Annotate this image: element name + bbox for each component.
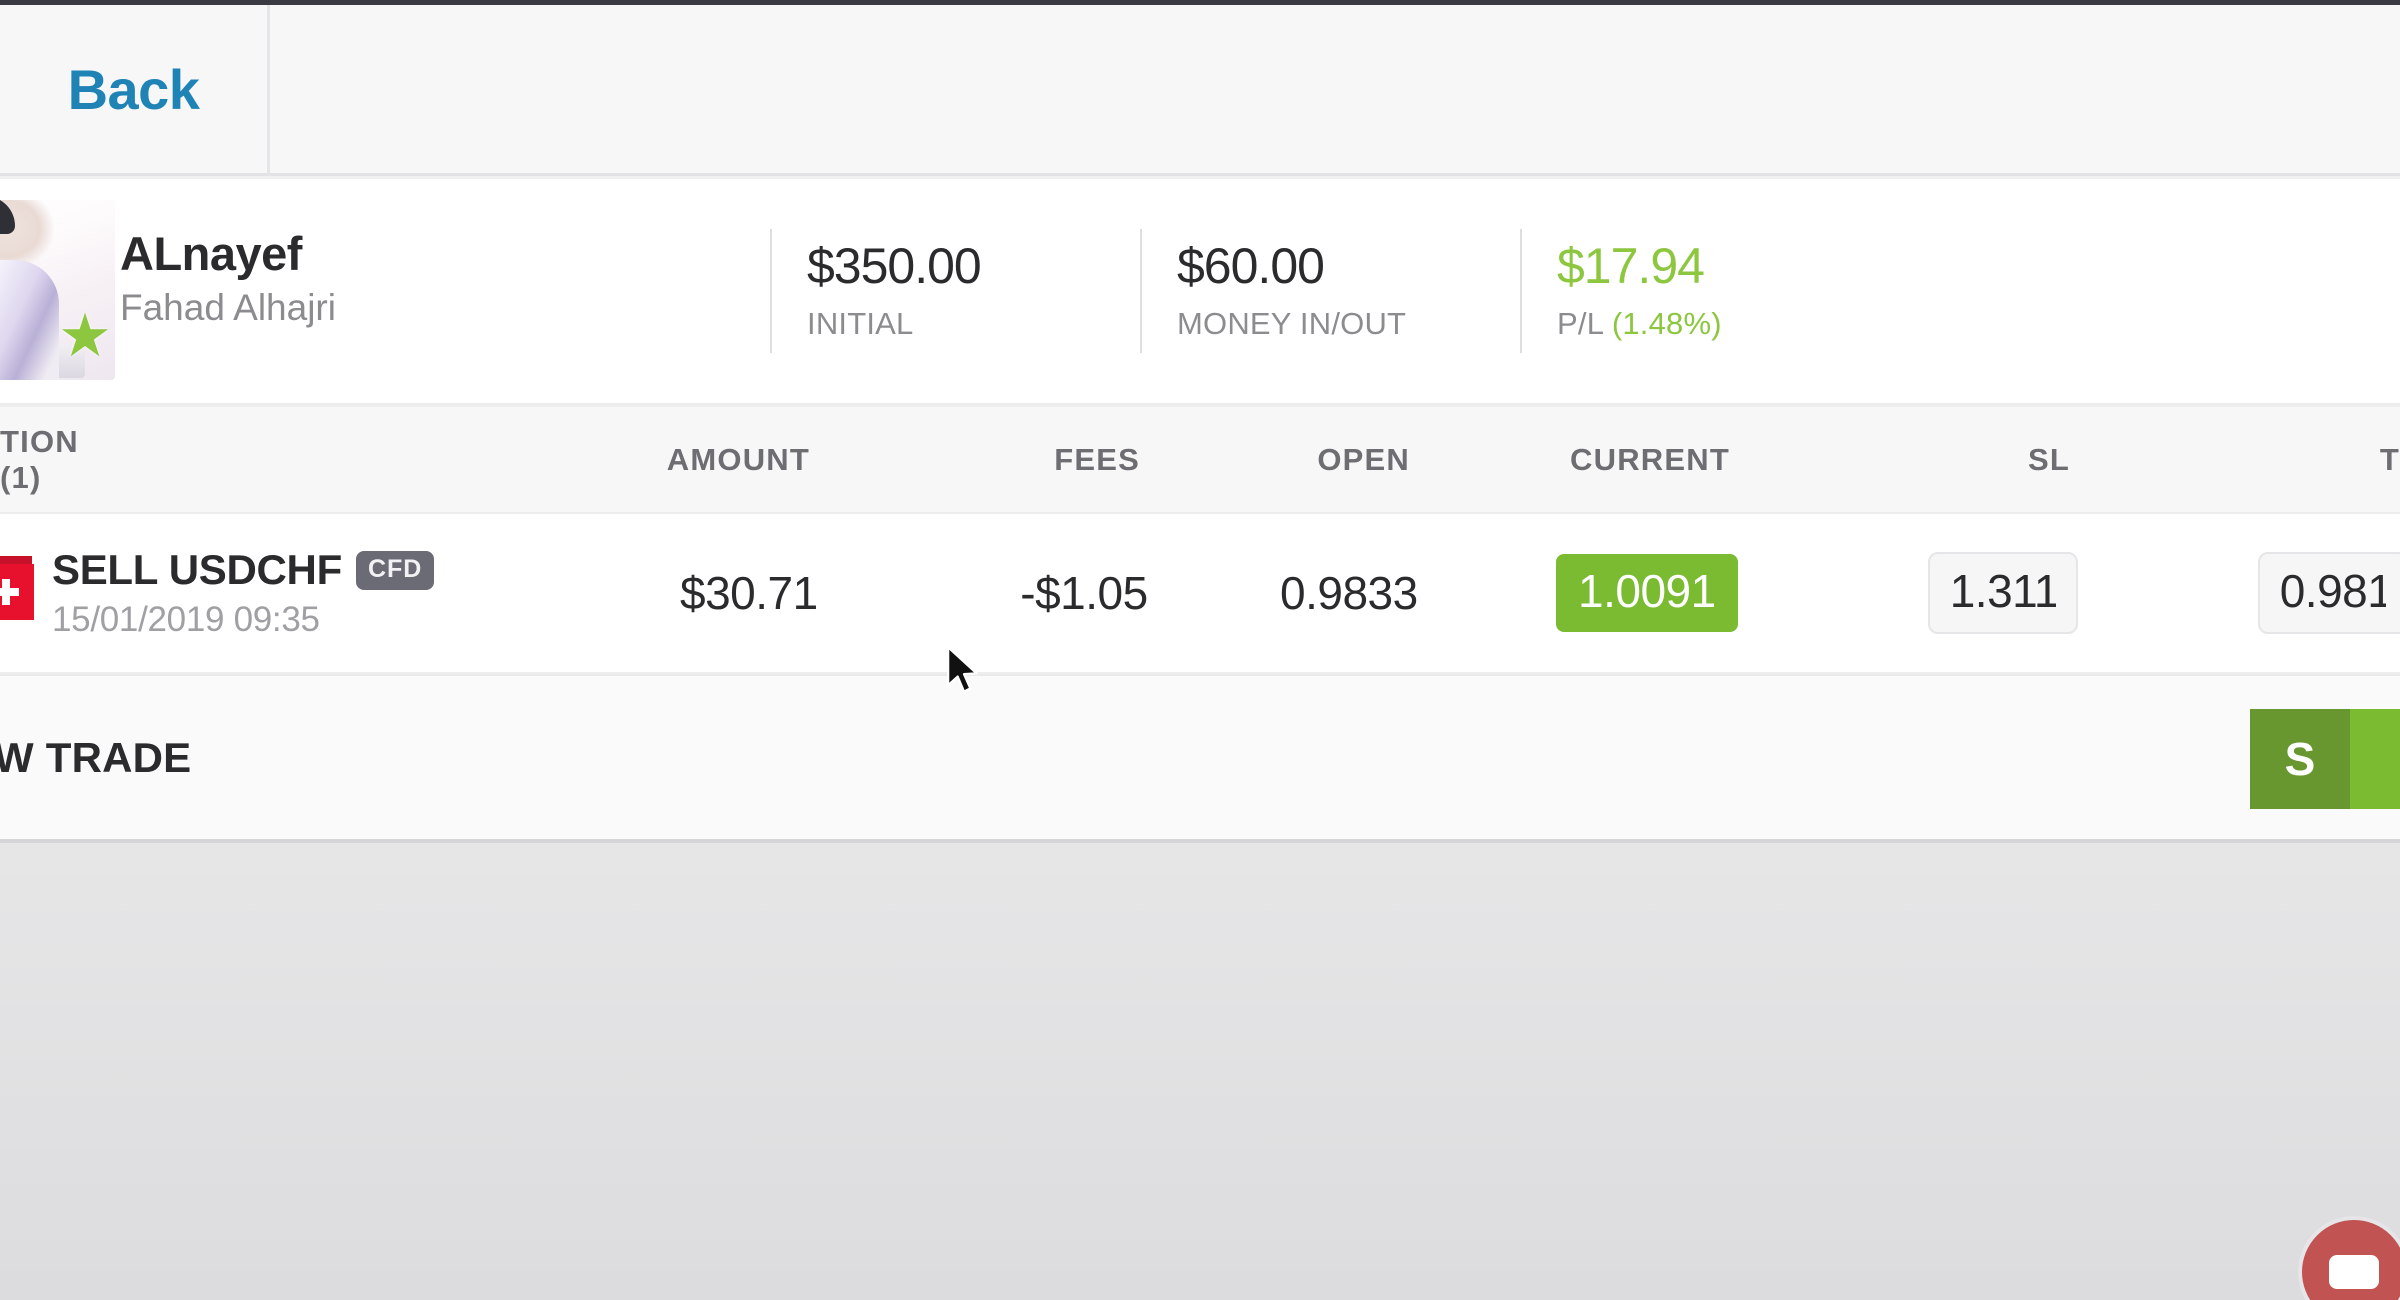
youtube-glyph — [2329, 1255, 2379, 1289]
stat-pl-label-text: P/L — [1557, 306, 1603, 342]
back-button[interactable]: Back — [0, 5, 270, 173]
current-price-badge: 1.0091 — [1556, 554, 1738, 632]
stat-initial-value: $350.00 — [807, 237, 982, 294]
top-bar: Back — [0, 0, 2400, 176]
stop-loss-input[interactable] — [1927, 552, 2078, 634]
stop-loss-cell[interactable] — [1738, 552, 2078, 634]
account-identity-text: ALnayef Fahad Alhajri — [120, 228, 336, 328]
position-datetime: 15/01/2019 09:35 — [52, 600, 320, 639]
column-header-position[interactable]: TION (1) — [0, 424, 130, 496]
stat-profit-loss: $17.94 P/L (1.48%) — [1520, 229, 1920, 353]
swiss-flag-icon — [0, 564, 34, 620]
column-header-open[interactable]: OPEN — [1140, 442, 1410, 478]
account-identity[interactable]: ★ ALnayef Fahad Alhajri — [0, 178, 770, 404]
column-header-current[interactable]: CURRENT — [1410, 442, 1730, 478]
new-trade-bar: W TRADE S — [0, 676, 2400, 843]
swiss-cross-glyph — [0, 579, 19, 605]
youtube-icon[interactable] — [2298, 1216, 2400, 1300]
stat-initial: $350.00 INITIAL — [770, 229, 1140, 353]
instrument-type-badge: CFD — [355, 550, 435, 590]
column-header-sl[interactable]: SL — [1730, 442, 2070, 478]
stat-pl-label: P/L (1.48%) — [1557, 306, 1920, 342]
take-profit-input[interactable] — [2257, 552, 2400, 634]
column-header-fees[interactable]: FEES — [810, 442, 1140, 478]
position-direction-symbol: SELL USDCHF — [52, 546, 342, 593]
position-fees: -$1.05 — [1020, 567, 1148, 619]
position-open-price: 0.9833 — [1280, 567, 1418, 619]
positions-table-header: TION (1) AMOUNT FEES OPEN CURRENT SL T — [0, 407, 2400, 514]
account-username: ALnayef — [120, 227, 302, 280]
account-real-name: Fahad Alhajri — [120, 286, 336, 328]
page-root: Back ★ ALnayef Fahad Alhajri $350.00 INI… — [0, 0, 2400, 1300]
star-icon: ★ — [58, 302, 112, 369]
new-trade-button[interactable]: W TRADE — [0, 734, 191, 782]
stat-money-value: $60.00 — [1177, 237, 1325, 294]
account-summary-bar: ★ ALnayef Fahad Alhajri $350.00 INITIAL … — [0, 179, 2400, 405]
column-header-tp[interactable]: T — [2070, 442, 2400, 478]
column-header-amount[interactable]: AMOUNT — [130, 442, 810, 478]
position-text: SELL USDCHF CFD 15/01/2019 09:35 — [52, 546, 435, 640]
position-title: SELL USDCHF CFD — [52, 546, 435, 594]
sell-button[interactable]: S — [2250, 709, 2400, 809]
sell-button-label: S — [2284, 733, 2316, 785]
position-cell[interactable]: SELL USDCHF CFD 15/01/2019 09:35 — [0, 546, 680, 640]
position-current-price-cell: 1.0091 — [1418, 554, 1738, 632]
back-button-label: Back — [67, 57, 200, 121]
stat-initial-label: INITIAL — [807, 306, 914, 342]
take-profit-cell[interactable] — [2078, 552, 2400, 634]
table-row[interactable]: SELL USDCHF CFD 15/01/2019 09:35 $30.71 … — [0, 514, 2400, 674]
stat-money-label: MONEY IN/OUT — [1177, 306, 1407, 342]
stat-money-in-out: $60.00 MONEY IN/OUT — [1140, 229, 1520, 353]
stat-pl-value: $17.94 — [1557, 237, 1705, 294]
position-amount: $30.71 — [680, 567, 818, 619]
stat-pl-percent: (1.48%) — [1611, 306, 1722, 342]
